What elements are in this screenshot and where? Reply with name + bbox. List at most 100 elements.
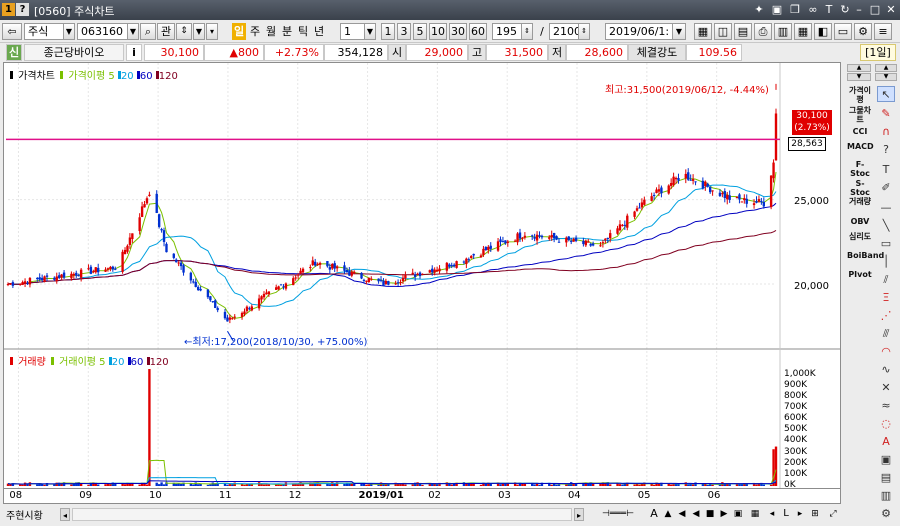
quick-30-button[interactable]: 30 — [449, 23, 467, 40]
quick-5-button[interactable]: 5 — [413, 23, 427, 40]
refresh-icon[interactable]: ↻ — [838, 3, 852, 17]
scroll-down-icon[interactable]: ▼ — [875, 73, 897, 81]
split-icon[interactable]: ◧ — [814, 23, 832, 40]
gann-icon[interactable]: ⫻ — [877, 326, 895, 342]
reset-icon[interactable]: ⊞ — [808, 507, 822, 521]
window-icon[interactable]: ▭ — [834, 23, 852, 40]
sidebar-item-sstoc[interactable]: S-Stoc — [847, 179, 873, 197]
more-icon[interactable]: ≡ — [874, 23, 892, 40]
layout-icon[interactable]: ▤ — [734, 23, 752, 40]
period-minute-button[interactable]: 분 — [280, 23, 294, 40]
info-icon[interactable]: i — [126, 44, 142, 61]
pen-icon[interactable]: ✐ — [877, 180, 895, 196]
calendar-icon[interactable]: ▦ — [748, 507, 762, 521]
table-icon[interactable]: ▦ — [794, 23, 812, 40]
scroll-up-icon[interactable]: ▲ — [875, 64, 897, 72]
expand-icon[interactable]: ▸ — [794, 507, 806, 521]
indicator-icon[interactable]: ◫ — [714, 23, 732, 40]
arc-icon[interactable]: ◠ — [877, 344, 895, 360]
chart-area[interactable]: 가격차트 가격이평 5 20 60 120 최고:31,500(2019/06/… — [3, 62, 841, 490]
fibo-icon[interactable]: Ξ — [877, 290, 895, 306]
bar-icon[interactable]: ▥ — [877, 488, 895, 504]
fullscreen-icon[interactable]: ⤢ — [826, 507, 840, 521]
sidebar-item-price-ma[interactable]: 가격이평 — [847, 86, 873, 104]
window-number-badge[interactable]: 1 — [2, 3, 15, 16]
stop-icon[interactable]: ■ — [704, 507, 716, 521]
font-icon[interactable]: T — [822, 3, 836, 17]
wave-icon[interactable]: ∿ — [877, 362, 895, 378]
vline-icon[interactable]: │ — [877, 254, 895, 270]
grid-icon[interactable]: ▥ — [774, 23, 792, 40]
prev-icon[interactable]: ◀ — [690, 507, 702, 521]
last-icon[interactable]: ▣ — [732, 507, 744, 521]
scroll-down-icon[interactable]: ▼ — [847, 73, 871, 81]
sidebar-item-volume[interactable]: 거래량 — [847, 197, 873, 206]
sidebar-item-macd[interactable]: MACD — [847, 142, 874, 151]
shrink-icon[interactable]: ◂ — [766, 507, 778, 521]
chevron-down-icon[interactable]: ▼ — [364, 23, 376, 40]
zoom-in-icon[interactable]: A — [648, 507, 660, 521]
chart-setting-icon[interactable]: ▦ — [694, 23, 712, 40]
zoom-slider[interactable]: ⊣═══⊢ — [592, 507, 644, 521]
save-drawing-icon[interactable]: ▣ — [877, 452, 895, 468]
calendar-dropdown-icon[interactable]: ▼ — [672, 23, 686, 40]
sidebar-item-psychology[interactable]: 심리도 — [847, 232, 873, 241]
fan-icon[interactable]: ⋰ — [877, 308, 895, 324]
scroll-right-icon[interactable]: ▸ — [574, 508, 584, 521]
quick-3-button[interactable]: 3 — [397, 23, 411, 40]
cursor-icon[interactable]: ↖ — [877, 86, 895, 102]
gwan-button[interactable]: 관 — [157, 23, 175, 40]
scrollbar-track[interactable] — [72, 508, 572, 521]
l-icon[interactable]: L — [780, 507, 792, 521]
save-icon[interactable]: ▣ — [770, 3, 784, 17]
sidebar-item-obv[interactable]: OBV — [847, 217, 873, 226]
chevron-down-icon[interactable]: ▼ — [193, 23, 205, 40]
sidebar-item-net-chart[interactable]: 그물차트 — [847, 106, 873, 124]
pin-icon[interactable]: ✦ — [752, 3, 766, 17]
sidebar-item-cci[interactable]: CCI — [847, 127, 873, 136]
period-week-button[interactable]: 주 — [248, 23, 262, 40]
rectangle-icon[interactable]: ▭ — [877, 236, 895, 252]
help-icon[interactable]: ? — [16, 3, 29, 16]
sidebar-item-bolband[interactable]: BoiBand — [847, 251, 884, 260]
config-icon[interactable]: ⚙ — [854, 23, 872, 40]
load-drawing-icon[interactable]: ▤ — [877, 470, 895, 486]
magnet-icon[interactable]: ∩ — [877, 124, 895, 140]
quick-60-button[interactable]: 60 — [469, 23, 487, 40]
prev-window-icon[interactable]: ⇦ — [2, 23, 22, 40]
auto-icon[interactable]: A — [877, 434, 895, 450]
scroll-left-icon[interactable]: ◂ — [60, 508, 70, 521]
hline-icon[interactable]: — — [877, 200, 895, 216]
zoom-out-icon[interactable]: ▲ — [662, 507, 674, 521]
next-icon[interactable]: ▶ — [718, 507, 730, 521]
link-icon[interactable]: ∞ — [806, 3, 820, 17]
wave2-icon[interactable]: ≈ — [877, 398, 895, 414]
text-icon[interactable]: T — [877, 162, 895, 178]
minimize-icon[interactable]: – — [852, 3, 866, 17]
copy-icon[interactable]: ❐ — [788, 3, 802, 17]
period-day-button[interactable]: 일 — [232, 23, 246, 40]
quick-1-button[interactable]: 1 — [381, 23, 395, 40]
period-tick-button[interactable]: 틱 — [296, 23, 310, 40]
settings-icon[interactable]: ⚙ — [877, 506, 895, 522]
period-month-button[interactable]: 월 — [264, 23, 278, 40]
help-icon[interactable]: ? — [877, 142, 895, 158]
channel-icon[interactable]: ⫽ — [877, 272, 895, 288]
chevron-down-icon[interactable]: ▼ — [63, 23, 75, 40]
sidebar-item-pivot[interactable]: PIvot — [847, 270, 873, 279]
eraser-icon[interactable]: ✎ — [877, 106, 895, 122]
trendline-icon[interactable]: ╲ — [877, 218, 895, 234]
search-icon[interactable]: ⌕ — [140, 23, 156, 40]
maximize-icon[interactable]: □ — [868, 3, 882, 17]
chevron-down-icon[interactable]: ▾ — [206, 23, 218, 40]
cycle-icon[interactable]: ◌ — [877, 416, 895, 432]
quick-10-button[interactable]: 10 — [429, 23, 447, 40]
first-icon[interactable]: ◀ — [676, 507, 688, 521]
scroll-up-icon[interactable]: ▲ — [847, 64, 871, 72]
chevron-down-icon[interactable]: ▼ — [127, 23, 139, 40]
close-icon[interactable]: ✕ — [884, 3, 898, 17]
scroll-updown-icon[interactable]: ⇕ — [176, 23, 192, 40]
spinner-icon[interactable]: ⇕ — [578, 23, 590, 40]
chart-svg[interactable] — [4, 63, 840, 488]
cross-icon[interactable]: ✕ — [877, 380, 895, 396]
